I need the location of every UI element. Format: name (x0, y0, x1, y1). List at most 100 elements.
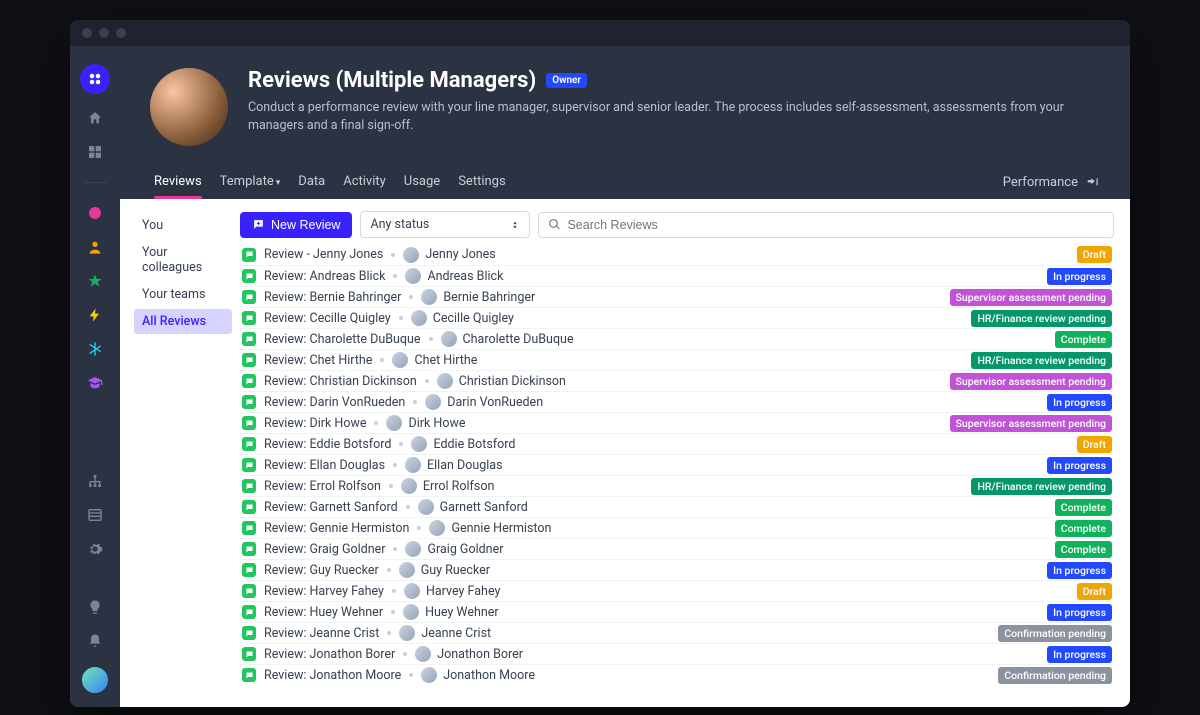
assignee-name: Cecille Quigley (433, 311, 514, 326)
assignee-avatar (418, 499, 434, 515)
review-title: Review: Errol Rolfson (264, 479, 381, 494)
review-row[interactable]: Review: Errol RolfsonErrol RolfsonHR/Fin… (240, 475, 1114, 496)
tab-usage[interactable]: Usage (404, 166, 440, 199)
assignee-avatar (399, 625, 415, 641)
separator-dot (392, 589, 396, 593)
review-row[interactable]: Review: Dirk HoweDirk HoweSupervisor ass… (240, 412, 1114, 433)
status-badge: Complete (1055, 520, 1112, 537)
app-logo-icon[interactable] (80, 64, 110, 94)
assignee-name: Graig Goldner (427, 542, 503, 557)
list-toolbar: New Review Any status (240, 211, 1114, 238)
grid-icon[interactable] (85, 142, 105, 162)
search-icon (548, 218, 561, 231)
face-icon[interactable] (85, 203, 105, 223)
review-icon (242, 521, 256, 535)
assignee-name: Jenny Jones (425, 247, 495, 262)
review-title: Review: Graig Goldner (264, 542, 385, 557)
filter-item[interactable]: You (134, 213, 232, 238)
status-badge: Draft (1077, 436, 1112, 453)
home-icon[interactable] (85, 108, 105, 128)
assignee-avatar (405, 541, 421, 557)
star-icon[interactable] (85, 271, 105, 291)
review-row[interactable]: Review: Eddie BotsfordEddie BotsfordDraf… (240, 433, 1114, 454)
review-row[interactable]: Review: Chet HirtheChet HirtheHR/Finance… (240, 349, 1114, 370)
review-row[interactable]: Review: Jeanne CristJeanne CristConfirma… (240, 622, 1114, 643)
gear-icon[interactable] (85, 539, 105, 559)
review-row[interactable]: Review: Jonathon MooreJonathon MooreConf… (240, 664, 1114, 685)
review-row[interactable]: Review: Charolette DuBuqueCharolette DuB… (240, 328, 1114, 349)
tab-data[interactable]: Data (298, 166, 325, 199)
review-row[interactable]: Review: Graig GoldnerGraig GoldnerComple… (240, 538, 1114, 559)
review-row[interactable]: Review: Christian DickinsonChristian Dic… (240, 370, 1114, 391)
app-window: Reviews (Multiple Managers) Owner Conduc… (70, 20, 1130, 707)
graduation-icon[interactable] (85, 373, 105, 393)
separator-dot (374, 421, 378, 425)
assignee-name: Ellan Douglas (427, 458, 503, 473)
status-badge: Draft (1077, 246, 1112, 263)
review-row[interactable]: Review: Harvey FaheyHarvey FaheyDraft (240, 580, 1114, 601)
separator-dot (417, 526, 421, 530)
status-filter-dropdown[interactable]: Any status (360, 211, 530, 238)
filter-item[interactable]: Your teams (134, 282, 232, 307)
review-title: Review: Bernie Bahringer (264, 290, 401, 305)
status-badge: In progress (1047, 604, 1112, 621)
review-row[interactable]: Review: Ellan Douglas Ellan Douglas In pro… (240, 454, 1114, 475)
separator-dot (393, 547, 397, 551)
separator-dot (409, 673, 413, 677)
review-icon (242, 332, 256, 346)
review-row[interactable]: Review: Guy RueckerGuy RueckerIn progres… (240, 559, 1114, 580)
review-icon (242, 353, 256, 367)
tab-template[interactable]: Template▾ (220, 166, 281, 199)
review-icon (242, 668, 256, 682)
new-review-label: New Review (271, 218, 340, 232)
review-title: Review: Garnett Sanford (264, 500, 398, 515)
review-row[interactable]: Review: Huey WehnerHuey WehnerIn progres… (240, 601, 1114, 622)
assignee-name: Eddie Botsford (433, 437, 515, 452)
search-box[interactable] (538, 212, 1114, 238)
list-icon[interactable] (85, 505, 105, 525)
bell-icon[interactable] (85, 631, 105, 651)
assignee-name: Chet Hirthe (414, 353, 477, 368)
status-badge: In progress (1047, 457, 1112, 474)
separator-dot (399, 442, 403, 446)
lightbulb-icon[interactable] (85, 597, 105, 617)
review-icon (242, 584, 256, 598)
review-row[interactable]: Review: Jonathon BorerJonathon BorerIn p… (240, 643, 1114, 664)
filter-item[interactable]: Your colleagues (134, 240, 232, 280)
new-review-button[interactable]: New Review (240, 212, 352, 238)
separator-dot (429, 337, 433, 341)
review-row[interactable]: Review: Gennie HermistonGennie Hermiston… (240, 517, 1114, 538)
titlebar (70, 20, 1130, 46)
bolt-icon[interactable] (85, 305, 105, 325)
breadcrumb[interactable]: Performance (1003, 175, 1100, 190)
review-title: Review: Jonathon Moore (264, 668, 401, 683)
assignee-name: Charolette DuBuque (463, 332, 574, 347)
separator-dot (399, 316, 403, 320)
asterisk-icon[interactable] (85, 339, 105, 359)
tab-activity[interactable]: Activity (343, 166, 386, 199)
person-icon[interactable] (85, 237, 105, 257)
org-chart-icon[interactable] (85, 471, 105, 491)
review-title: Review: Andreas Blick (264, 269, 385, 284)
separator-dot (387, 568, 391, 572)
review-row[interactable]: Review - Jenny JonesJenny JonesDraft (240, 244, 1114, 265)
assignee-avatar (411, 310, 427, 326)
assignee-avatar (421, 667, 437, 683)
review-row[interactable]: Review: Darin VonRuedenDarin VonRuedenIn… (240, 391, 1114, 412)
review-icon (242, 626, 256, 640)
assignee-avatar (399, 562, 415, 578)
review-title: Review: Ellan Douglas (264, 458, 385, 473)
current-user-avatar[interactable] (80, 665, 110, 695)
search-input[interactable] (567, 218, 1104, 232)
review-row[interactable]: Review: Andreas BlickAndreas BlickIn pro… (240, 265, 1114, 286)
filter-item[interactable]: All Reviews (134, 309, 232, 334)
tab-reviews[interactable]: Reviews (154, 166, 202, 199)
review-icon (242, 563, 256, 577)
review-row[interactable]: Review: Garnett SanfordGarnett SanfordCo… (240, 496, 1114, 517)
chat-plus-icon (252, 218, 265, 231)
tab-settings[interactable]: Settings (458, 166, 505, 199)
review-title: Review: Harvey Fahey (264, 584, 384, 599)
review-row[interactable]: Review: Bernie BahringerBernie Bahringer… (240, 286, 1114, 307)
separator-dot (393, 463, 397, 467)
review-row[interactable]: Review: Cecille QuigleyCecille QuigleyHR… (240, 307, 1114, 328)
